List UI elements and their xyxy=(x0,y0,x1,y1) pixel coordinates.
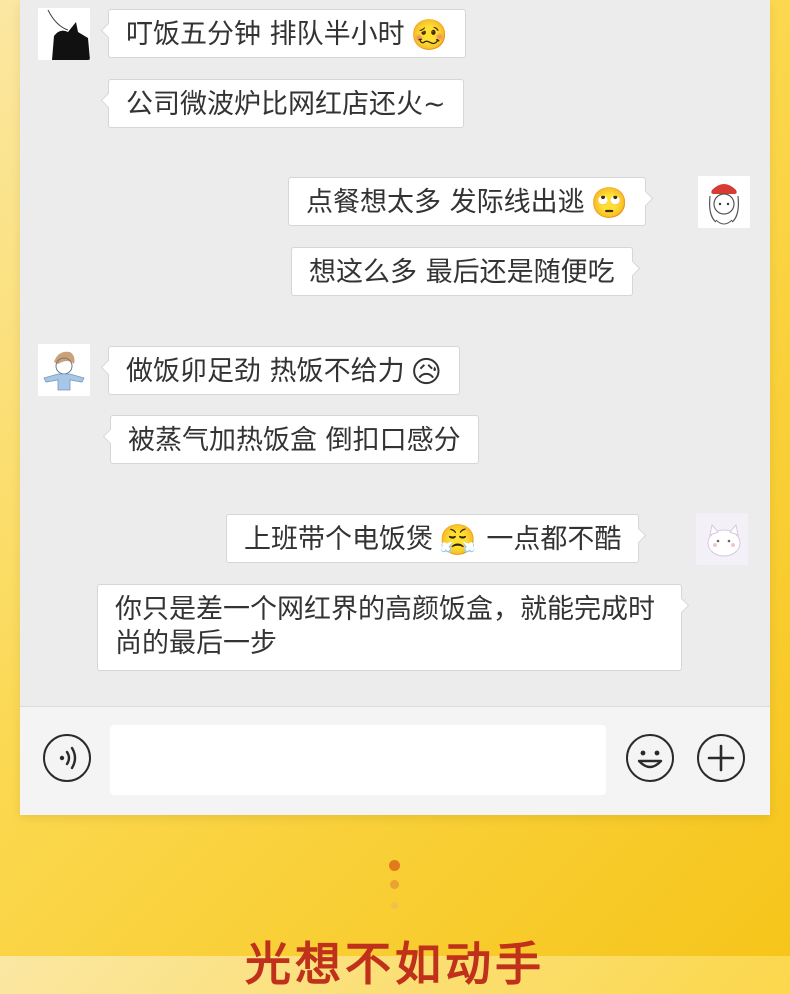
message-bubble[interactable]: 想这么多 最后还是随便吃 xyxy=(291,247,633,296)
message-text: 上班带个电饭煲 xyxy=(244,524,433,555)
more-button[interactable] xyxy=(697,734,745,782)
section-title: 光想不如动手 xyxy=(245,937,545,991)
emoji-button[interactable] xyxy=(626,734,674,782)
decorative-dot xyxy=(389,860,400,871)
emoji-steam-nose-icon: 😤 xyxy=(439,522,477,558)
avatar-girl-drawing[interactable] xyxy=(698,176,750,228)
message-text: 做饭卯足劲 热饭不给力 xyxy=(126,356,405,387)
emoji-eye-roll-icon: 🙄 xyxy=(590,185,628,221)
message-bubble[interactable]: 做饭卯足劲 热饭不给力 😥 xyxy=(108,346,460,395)
message-input[interactable] xyxy=(110,725,606,795)
chat-window: 叮饭五分钟 排队半小时 🥴 公司微波炉比网红店还火~ 点餐想太多 发际线出逃 🙄 想… xyxy=(20,0,770,815)
message-bubble[interactable]: 公司微波炉比网红店还火~ xyxy=(108,79,464,128)
message-bubble[interactable]: 叮饭五分钟 排队半小时 🥴 xyxy=(108,9,466,58)
avatar-cat-silhouette[interactable] xyxy=(38,8,90,60)
message-text: 点餐想太多 发际线出逃 xyxy=(306,187,585,218)
message-bubble[interactable]: 你只是差一个网红界的高颜饭盒，就能完成时尚的最后一步 xyxy=(97,584,682,671)
message-list: 叮饭五分钟 排队半小时 🥴 公司微波炉比网红店还火~ 点餐想太多 发际线出逃 🙄 想… xyxy=(20,0,770,706)
decorative-dot xyxy=(391,902,398,909)
message-bubble[interactable]: 点餐想太多 发际线出逃 🙄 xyxy=(288,177,646,226)
message-bubble[interactable]: 被蒸气加热饭盒 倒扣口感分 xyxy=(110,415,479,464)
message-bubble[interactable]: 上班带个电饭煲 😤 一点都不酷 xyxy=(226,514,640,563)
message-text: 你只是差一个网红界的高颜饭盒，就能完成时尚的最后一步 xyxy=(115,594,655,659)
emoji-woozy-icon: 🥴 xyxy=(410,17,448,53)
message-text: 想这么多 最后还是随便吃 xyxy=(309,257,615,288)
voice-button[interactable] xyxy=(43,734,91,782)
smiley-icon xyxy=(637,750,663,769)
plus-icon xyxy=(707,744,735,772)
decorative-dot xyxy=(390,880,399,889)
avatar-boy-drawing[interactable] xyxy=(38,344,90,396)
input-bar xyxy=(20,706,770,815)
message-text: 叮饭五分钟 排队半小时 xyxy=(126,19,405,50)
emoji-anxious-sweat-icon: 😥 xyxy=(410,354,442,390)
message-text: 公司微波炉比网红店还火~ xyxy=(126,89,446,120)
voice-icon xyxy=(59,746,77,770)
avatar-cartoon-cat[interactable] xyxy=(696,513,748,565)
message-text-after: 一点都不酷 xyxy=(486,524,622,555)
message-text: 被蒸气加热饭盒 倒扣口感分 xyxy=(128,425,461,456)
